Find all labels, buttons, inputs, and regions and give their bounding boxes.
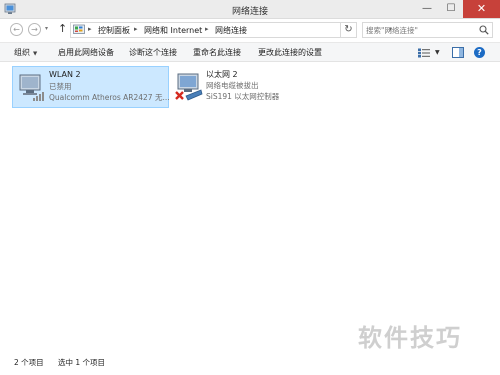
- forward-button[interactable]: →: [28, 23, 41, 36]
- organize-menu[interactable]: 组织 ▼: [14, 47, 37, 58]
- connection-status: 已禁用: [49, 82, 72, 91]
- enable-device-button[interactable]: 启用此网络设备: [58, 47, 114, 58]
- connection-tile-ethernet[interactable]: 以太网 2 网络电缆被拔出 SiS191 以太网控制器: [170, 66, 330, 108]
- change-settings-button[interactable]: 更改此连接的设置: [258, 47, 322, 58]
- item-count: 2 个项目: [14, 358, 44, 367]
- watermark-text: 软件技巧: [358, 324, 462, 352]
- title-bar: 网络连接 — ☐ ✕: [0, 0, 500, 19]
- breadcrumb-control-panel[interactable]: 控制面板: [98, 25, 130, 36]
- ethernet-adapter-disconnected-icon: [175, 73, 203, 101]
- search-icon[interactable]: [479, 25, 489, 35]
- chevron-down-icon: ▼: [33, 51, 38, 57]
- recent-locations-dropdown[interactable]: ▾: [45, 25, 48, 32]
- connection-name: WLAN 2: [49, 70, 81, 79]
- close-button[interactable]: ✕: [463, 0, 500, 18]
- status-bar: 2 个项目 选中 1 个项目: [0, 350, 500, 375]
- diagnose-connection-button[interactable]: 诊断这个连接: [129, 47, 177, 58]
- wireless-adapter-icon: [19, 74, 44, 101]
- breadcrumb-separator[interactable]: ▸: [134, 25, 138, 33]
- help-icon[interactable]: ?: [474, 47, 485, 58]
- breadcrumb-network-and-internet[interactable]: 网络和 Internet: [144, 25, 202, 36]
- organize-label: 组织: [14, 48, 30, 57]
- breadcrumb-network-connections[interactable]: 网络连接: [215, 25, 247, 36]
- preview-pane-icon[interactable]: [452, 47, 464, 58]
- view-options-dropdown[interactable]: ▼: [435, 49, 440, 56]
- connections-list: WLAN 2 已禁用 Qualcomm Atheros AR2427 无... …: [0, 62, 500, 350]
- command-bar: 组织 ▼ 启用此网络设备 诊断这个连接 重命名此连接 更改此连接的设置 ▼ ?: [0, 42, 500, 62]
- address-box[interactable]: ▸ 控制面板 ▸ 网络和 Internet ▸ 网络连接 ▾: [70, 22, 392, 38]
- back-button[interactable]: ←: [10, 23, 23, 36]
- breadcrumb-separator[interactable]: ▸: [88, 25, 92, 33]
- connection-name: 以太网 2: [206, 70, 238, 79]
- breadcrumb-separator[interactable]: ▸: [205, 25, 209, 33]
- change-view-icon[interactable]: [418, 48, 430, 58]
- connection-device: SiS191 以太网控制器: [206, 92, 280, 101]
- maximize-button[interactable]: ☐: [440, 0, 462, 18]
- up-button[interactable]: ↑: [58, 22, 67, 35]
- connection-tile-wlan[interactable]: WLAN 2 已禁用 Qualcomm Atheros AR2427 无...: [12, 66, 170, 108]
- address-bar-row: ← → ▾ ↑ ▸ 控制面板 ▸ 网络和 Internet ▸ 网络连接 ▾ ↻: [0, 19, 500, 41]
- connection-status: 网络电缆被拔出: [206, 81, 259, 90]
- refresh-button[interactable]: ↻: [341, 22, 357, 38]
- minimize-button[interactable]: —: [416, 0, 438, 18]
- selected-count: 选中 1 个项目: [58, 358, 106, 367]
- connection-device: Qualcomm Atheros AR2427 无...: [49, 93, 170, 102]
- search-box[interactable]: [362, 22, 493, 38]
- rename-connection-button[interactable]: 重命名此连接: [193, 47, 241, 58]
- search-input[interactable]: [366, 24, 474, 36]
- control-panel-icon: [73, 24, 85, 34]
